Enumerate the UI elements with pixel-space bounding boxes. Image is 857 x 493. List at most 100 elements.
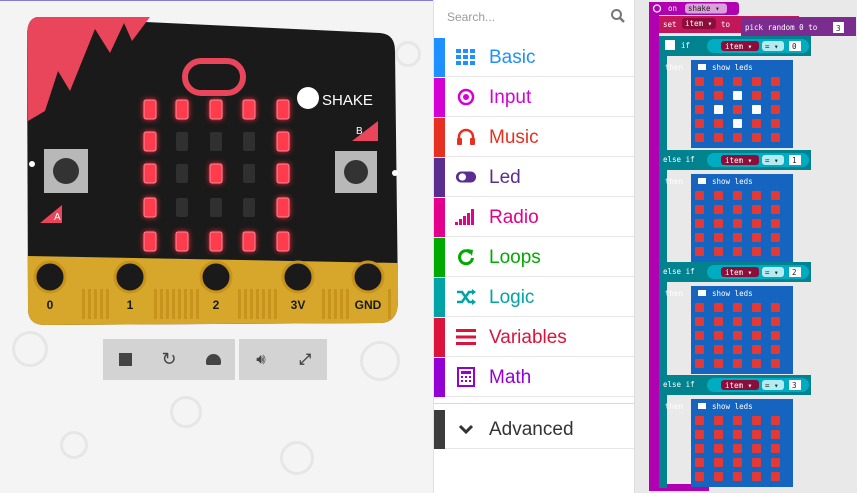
event-block-body[interactable] bbox=[649, 2, 659, 490]
led-toggle[interactable] bbox=[771, 233, 780, 242]
blocks-workspace[interactable]: on shake ▾ set item ▾ to pick random 0 to 3 if i… bbox=[634, 0, 857, 493]
led-toggle[interactable] bbox=[733, 359, 742, 368]
led-toggle[interactable] bbox=[714, 77, 723, 86]
led-toggle[interactable] bbox=[733, 77, 742, 86]
led-toggle[interactable] bbox=[771, 472, 780, 481]
category-logic[interactable]: Logic bbox=[434, 278, 634, 317]
led-toggle[interactable] bbox=[733, 458, 742, 467]
led-toggle[interactable] bbox=[695, 472, 704, 481]
led-toggle[interactable] bbox=[752, 247, 761, 256]
led-toggle[interactable] bbox=[714, 219, 723, 228]
led-toggle[interactable] bbox=[695, 331, 704, 340]
led-toggle[interactable] bbox=[733, 303, 742, 312]
led-toggle[interactable] bbox=[771, 317, 780, 326]
led-toggle[interactable] bbox=[771, 191, 780, 200]
led-toggle[interactable] bbox=[714, 359, 723, 368]
led-toggle[interactable] bbox=[714, 205, 723, 214]
led-toggle[interactable] bbox=[752, 317, 761, 326]
led-toggle[interactable] bbox=[695, 247, 704, 256]
pin-hole[interactable] bbox=[281, 260, 315, 294]
category-loops[interactable]: Loops bbox=[434, 238, 634, 277]
led-toggle[interactable] bbox=[733, 430, 742, 439]
led-toggle[interactable] bbox=[752, 458, 761, 467]
led-toggle[interactable] bbox=[714, 191, 723, 200]
led-toggle[interactable] bbox=[752, 331, 761, 340]
led-toggle[interactable] bbox=[733, 472, 742, 481]
led-toggle[interactable] bbox=[771, 205, 780, 214]
category-music[interactable]: Music bbox=[434, 118, 634, 157]
pin-hole[interactable] bbox=[199, 260, 233, 294]
led-toggle[interactable] bbox=[695, 317, 704, 326]
led-toggle[interactable] bbox=[695, 219, 704, 228]
led-toggle[interactable] bbox=[714, 331, 723, 340]
led-toggle[interactable] bbox=[771, 77, 780, 86]
led-toggle[interactable] bbox=[771, 219, 780, 228]
led-toggle[interactable] bbox=[695, 191, 704, 200]
category-basic[interactable]: Basic bbox=[434, 38, 634, 77]
led-toggle[interactable] bbox=[714, 345, 723, 354]
led-toggle[interactable] bbox=[752, 233, 761, 242]
pin-hole[interactable] bbox=[33, 260, 67, 294]
microbit-board[interactable]: 0 1 2 3V GND SHAKE A B bbox=[0, 1, 433, 331]
led-toggle[interactable] bbox=[752, 105, 761, 114]
led-toggle[interactable] bbox=[695, 416, 704, 425]
category-led[interactable]: Led bbox=[434, 158, 634, 197]
category-math[interactable]: Math bbox=[434, 358, 634, 397]
led-toggle[interactable] bbox=[733, 119, 742, 128]
led-toggle[interactable] bbox=[752, 416, 761, 425]
led-toggle[interactable] bbox=[733, 91, 742, 100]
led-toggle[interactable] bbox=[733, 331, 742, 340]
led-toggle[interactable] bbox=[771, 91, 780, 100]
led-toggle[interactable] bbox=[733, 219, 742, 228]
led-toggle[interactable] bbox=[714, 303, 723, 312]
button-b[interactable] bbox=[335, 151, 377, 193]
led-toggle[interactable] bbox=[714, 247, 723, 256]
search-input[interactable]: Search... bbox=[447, 10, 495, 24]
led-toggle[interactable] bbox=[752, 219, 761, 228]
led-toggle[interactable] bbox=[752, 444, 761, 453]
led-toggle[interactable] bbox=[771, 458, 780, 467]
led-toggle[interactable] bbox=[695, 303, 704, 312]
led-toggle[interactable] bbox=[695, 119, 704, 128]
led-toggle[interactable] bbox=[752, 205, 761, 214]
led-toggle[interactable] bbox=[771, 133, 780, 142]
category-advanced[interactable]: Advanced bbox=[434, 410, 634, 449]
slowmo-button[interactable] bbox=[191, 339, 235, 380]
led-toggle[interactable] bbox=[771, 345, 780, 354]
toolbox-search[interactable]: Search... bbox=[434, 0, 634, 36]
pin-hole[interactable] bbox=[351, 260, 385, 294]
led-toggle[interactable] bbox=[752, 472, 761, 481]
led-toggle[interactable] bbox=[714, 133, 723, 142]
led-toggle[interactable] bbox=[733, 205, 742, 214]
led-toggle[interactable] bbox=[695, 458, 704, 467]
led-toggle[interactable] bbox=[695, 359, 704, 368]
led-toggle[interactable] bbox=[752, 430, 761, 439]
led-toggle[interactable] bbox=[771, 105, 780, 114]
led-toggle[interactable] bbox=[771, 119, 780, 128]
led-toggle[interactable] bbox=[714, 119, 723, 128]
led-toggle[interactable] bbox=[771, 359, 780, 368]
led-toggle[interactable] bbox=[752, 77, 761, 86]
led-toggle[interactable] bbox=[733, 191, 742, 200]
led-toggle[interactable] bbox=[714, 472, 723, 481]
led-toggle[interactable] bbox=[733, 317, 742, 326]
led-toggle[interactable] bbox=[733, 416, 742, 425]
led-toggle[interactable] bbox=[752, 91, 761, 100]
led-toggle[interactable] bbox=[695, 91, 704, 100]
led-toggle[interactable] bbox=[752, 119, 761, 128]
else-if-section[interactable]: else if item ▾ = ▾ 3 then show leds bbox=[659, 375, 811, 487]
led-toggle[interactable] bbox=[771, 247, 780, 256]
led-toggle[interactable] bbox=[733, 133, 742, 142]
led-toggle[interactable] bbox=[733, 233, 742, 242]
led-toggle[interactable] bbox=[714, 317, 723, 326]
led-toggle[interactable] bbox=[695, 205, 704, 214]
led-toggle[interactable] bbox=[752, 359, 761, 368]
led-toggle[interactable] bbox=[695, 133, 704, 142]
led-toggle[interactable] bbox=[695, 233, 704, 242]
led-toggle[interactable] bbox=[771, 416, 780, 425]
search-icon[interactable] bbox=[610, 8, 626, 24]
led-toggle[interactable] bbox=[733, 247, 742, 256]
led-toggle[interactable] bbox=[714, 233, 723, 242]
stop-button[interactable] bbox=[103, 339, 147, 380]
led-toggle[interactable] bbox=[752, 133, 761, 142]
